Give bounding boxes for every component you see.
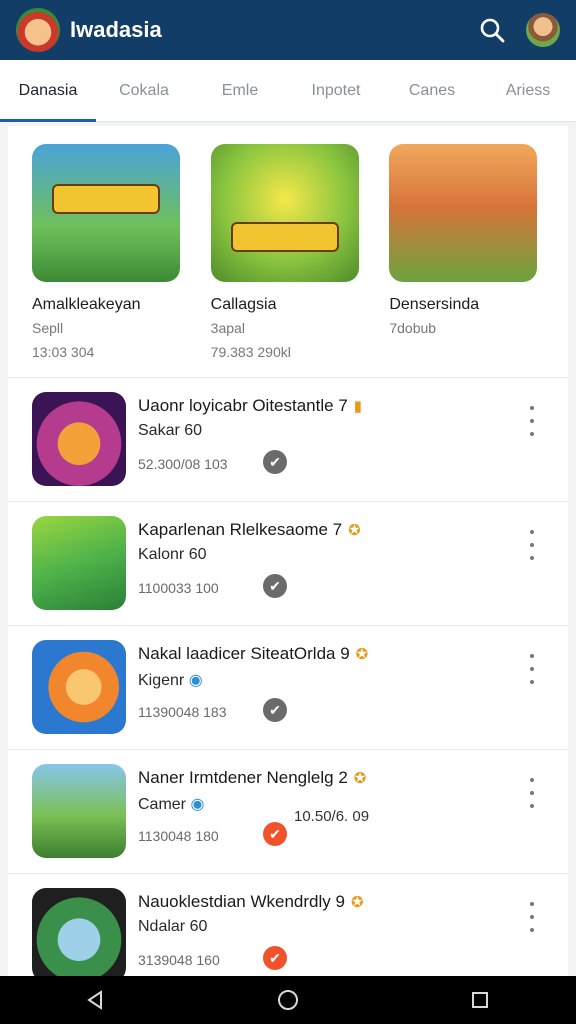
tab-canes[interactable]: Canes <box>384 60 480 122</box>
avatar[interactable] <box>526 13 560 47</box>
list-item-subtitle: Ndalar 60 <box>138 918 208 935</box>
tab-bar: Danasia Cokala Emle Inpotet Canes Ariess <box>0 60 576 122</box>
list-item-meta: 52.300/08 103 <box>138 456 228 472</box>
list-item-body: Nauoklestdian Wkendrdly 9 ✪ Ndalar 60 313… <box>138 888 498 976</box>
list-item-title: Nakal laadicer SiteatOrlda 9 <box>138 644 350 663</box>
game-icon <box>32 516 126 610</box>
featured-card[interactable]: Amalkleakeyan Sepll 13:03 304 <box>32 144 191 377</box>
list-item-extra: 10.50/6. 09 <box>294 808 370 825</box>
featured-thumbnail <box>389 144 538 282</box>
check-icon: ✔ <box>263 574 287 598</box>
check-icon: ✔ <box>263 822 287 846</box>
star-icon: ✪ <box>350 894 364 911</box>
list-item-subtitle: Camer <box>138 796 187 813</box>
content-panel: Amalkleakeyan Sepll 13:03 304 Callagsia … <box>8 126 568 976</box>
star-icon: ▮ <box>353 398 363 415</box>
home-icon <box>278 990 298 1010</box>
check-icon: ✔ <box>263 946 287 970</box>
back-icon <box>87 990 102 1010</box>
star-icon: ✪ <box>353 770 367 787</box>
app-logo <box>16 8 60 52</box>
game-icon <box>32 392 126 486</box>
list-item-title: Naner Irmtdener Nenglelg 2 <box>138 768 348 787</box>
game-icon <box>32 764 126 858</box>
list-item-title: Kaparlenan Rlelkesaome 7 <box>138 520 343 539</box>
list-item-subtitle: Sakar 60 <box>138 422 203 439</box>
list-item-subtitle: Kalonr 60 <box>138 546 207 563</box>
more-vert-icon[interactable] <box>522 902 542 932</box>
featured-subtitle: Sepll <box>32 320 64 336</box>
featured-thumbnail <box>32 144 180 282</box>
recents-icon <box>472 992 488 1008</box>
more-vert-icon[interactable] <box>522 530 542 560</box>
more-vert-icon[interactable] <box>522 406 542 436</box>
system-nav-bar <box>0 976 576 1024</box>
star-icon: ✪ <box>348 522 361 539</box>
list-item-body: Kaparlenan Rlelkesaome 7 ✪ Kalonr 60 1100… <box>138 516 498 616</box>
tab-danasia[interactable]: Danasia <box>0 60 96 122</box>
game-logo-banner <box>52 184 160 214</box>
featured-title: Callagsia <box>210 296 277 313</box>
list-item-body: Naner Irmtdener Nenglelg 2 ✪ Camer ◉ 10.5… <box>138 764 498 864</box>
game-icon <box>32 640 126 734</box>
list-item[interactable]: Uaonr loyicabr Oitestantle 7 ▮ Sakar 60 5… <box>8 378 568 502</box>
featured-title: Amalkleakeyan <box>32 296 141 313</box>
tab-inpotet[interactable]: Inpotet <box>288 60 384 122</box>
star-icon: ✪ <box>355 646 369 663</box>
tab-ariess[interactable]: Ariess <box>480 60 576 122</box>
info-icon: ◉ <box>188 672 203 689</box>
list-item-meta: 3139048 160 <box>138 952 220 968</box>
more-vert-icon[interactable] <box>522 778 542 808</box>
home-button[interactable] <box>264 976 312 1024</box>
featured-thumbnail <box>210 144 359 282</box>
check-icon: ✔ <box>263 450 287 474</box>
featured-card[interactable]: Callagsia 3apal 79.383 290kl <box>210 144 370 377</box>
list-item[interactable]: Kaparlenan Rlelkesaome 7 ✪ Kalonr 60 1100… <box>8 502 568 626</box>
game-icon <box>32 888 126 976</box>
list-item-title: Nauoklestdian Wkendrdly 9 <box>138 892 345 911</box>
list-item-meta: 1100033 100 <box>138 580 219 596</box>
list-item[interactable]: Nauoklestdian Wkendrdly 9 ✪ Ndalar 60 313… <box>8 874 568 976</box>
app-bar: Iwadasia <box>0 0 576 60</box>
list-item[interactable]: Naner Irmtdener Nenglelg 2 ✪ Camer ◉ 10.5… <box>8 750 568 874</box>
featured-subtitle: 3apal <box>210 320 245 336</box>
featured-subtitle: 7dobub <box>389 320 437 336</box>
list-item-subtitle: Kigenr <box>138 672 185 689</box>
game-logo-banner <box>230 222 339 252</box>
list-item-body: Nakal laadicer SiteatOrlda 9 ✪ Kigenr ◉ 1… <box>138 640 498 740</box>
featured-row: Amalkleakeyan Sepll 13:03 304 Callagsia … <box>8 126 568 378</box>
featured-meta: 13:03 304 <box>32 344 95 360</box>
search-button[interactable] <box>472 10 512 50</box>
tab-cokala[interactable]: Cokala <box>96 60 192 122</box>
more-vert-icon[interactable] <box>522 654 542 684</box>
search-icon <box>480 18 505 43</box>
recents-button[interactable] <box>456 976 504 1024</box>
list-item[interactable]: Nakal laadicer SiteatOrlda 9 ✪ Kigenr ◉ 1… <box>8 626 568 750</box>
tab-emle[interactable]: Emle <box>192 60 288 122</box>
list-item-meta: 1130048 180 <box>138 828 219 844</box>
info-icon: ◉ <box>190 796 205 813</box>
featured-title: Densersinda <box>389 296 480 313</box>
app-title: Iwadasia <box>70 17 162 42</box>
back-button[interactable] <box>72 976 120 1024</box>
list-item-title: Uaonr loyicabr Oitestantle 7 <box>138 396 348 415</box>
check-icon: ✔ <box>263 698 287 722</box>
list-item-body: Uaonr loyicabr Oitestantle 7 ▮ Sakar 60 5… <box>138 392 498 492</box>
list-item-meta: 11390048 183 <box>138 704 227 720</box>
featured-meta: 79.383 290kl <box>210 344 291 360</box>
featured-card[interactable]: Densersinda 7dobub <box>389 144 548 377</box>
